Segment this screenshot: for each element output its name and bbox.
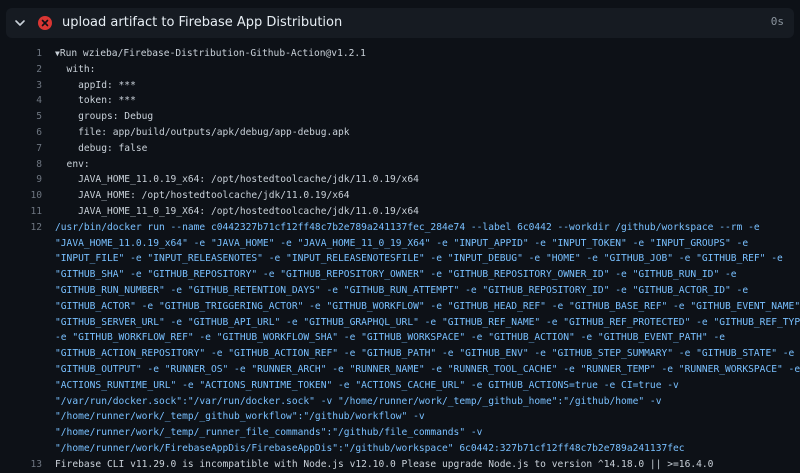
log-text: token: *** (55, 95, 136, 107)
command-text: "ACTIONS_RUNTIME_URL" -e "ACTIONS_RUNTIM… (55, 379, 679, 391)
log-line: 7 debug: false (0, 141, 800, 157)
log-line-command: "GITHUB_ACTOR" -e "GITHUB_TRIGGERING_ACT… (0, 299, 800, 315)
command-text: "JAVA_HOME_11.0.19_x64" -e "JAVA_HOME" -… (55, 237, 749, 249)
line-number (0, 251, 42, 267)
chevron-down-icon[interactable] (14, 17, 26, 29)
line-number[interactable]: 9 (0, 172, 42, 188)
log-line-command: -e "GITHUB_WORKFLOW_REF" -e "GITHUB_WORK… (0, 330, 800, 346)
log-line: 6 file: app/build/outputs/apk/debug/app-… (0, 125, 800, 141)
log-line: 4 token: *** (0, 93, 800, 109)
line-number (0, 378, 42, 394)
log-line: 9 JAVA_HOME_11.0.19_x64: /opt/hostedtool… (0, 172, 800, 188)
line-number[interactable]: 8 (0, 157, 42, 173)
log-line-command: "GITHUB_SHA" -e "GITHUB_REPOSITORY" -e "… (0, 267, 800, 283)
log-line-command: "JAVA_HOME_11.0.19_x64" -e "JAVA_HOME" -… (0, 236, 800, 252)
log-line-command: "/home/runner/work/FirebaseAppDis/Fireba… (0, 441, 800, 457)
group-title: Run wzieba/Firebase-Distribution-Github-… (59, 48, 366, 59)
line-number (0, 409, 42, 425)
line-number (0, 315, 42, 331)
line-number[interactable]: 1 (0, 46, 42, 62)
command-text: "GITHUB_SHA" -e "GITHUB_REPOSITORY" -e "… (55, 269, 737, 281)
step-duration: 0s (770, 15, 784, 28)
log-text: appId: *** (55, 79, 136, 91)
line-number (0, 441, 42, 457)
log-text: groups: Debug (55, 111, 154, 123)
command-text: /usr/bin/docker run --name c0442327b71cf… (55, 221, 760, 233)
command-text: -e "GITHUB_WORKFLOW_REF" -e "GITHUB_WORK… (55, 332, 726, 344)
line-number (0, 362, 42, 378)
log-text: file: app/build/outputs/apk/debug/app-de… (55, 126, 350, 138)
log-line: 11 JAVA_HOME_11_0_19_X64: /opt/hostedtoo… (0, 204, 800, 220)
line-number[interactable]: 2 (0, 62, 42, 78)
line-number[interactable]: 10 (0, 188, 42, 204)
log-text: JAVA_HOME: /opt/hostedtoolcache/jdk/11.0… (55, 190, 350, 202)
log-line-command: "INPUT_FILE" -e "INPUT_RELEASENOTES" -e … (0, 251, 800, 267)
log-line-command: "GITHUB_OUTPUT" -e "RUNNER_OS" -e "RUNNE… (0, 362, 800, 378)
command-text: "/var/run/docker.sock":"/var/run/docker.… (55, 395, 662, 407)
command-text: "GITHUB_SERVER_URL" -e "GITHUB_API_URL" … (55, 316, 800, 328)
command-text: "GITHUB_ACTION_REPOSITORY" -e "GITHUB_AC… (55, 348, 795, 360)
command-text: "/home/runner/work/_temp/_runner_file_co… (55, 427, 483, 439)
log-line: 5 groups: Debug (0, 109, 800, 125)
line-number (0, 267, 42, 283)
log-line: 8 env: (0, 157, 800, 173)
log-output: 1 ▼Run wzieba/Firebase-Distribution-Githu… (0, 46, 800, 473)
log-text: with: (55, 63, 96, 75)
log-line-command: "ACTIONS_RUNTIME_URL" -e "ACTIONS_RUNTIM… (0, 378, 800, 394)
command-text: "GITHUB_RUN_NUMBER" -e "GITHUB_RETENTION… (55, 284, 749, 296)
line-number (0, 236, 42, 252)
line-number (0, 330, 42, 346)
log-line[interactable]: 1 ▼Run wzieba/Firebase-Distribution-Githu… (0, 46, 800, 62)
log-line: 3 appId: *** (0, 78, 800, 94)
line-number[interactable]: 6 (0, 125, 42, 141)
command-text: "GITHUB_OUTPUT" -e "RUNNER_OS" -e "RUNNE… (55, 363, 800, 375)
log-line-command: "GITHUB_SERVER_URL" -e "GITHUB_API_URL" … (0, 315, 800, 331)
line-number[interactable]: 11 (0, 204, 42, 220)
step-header[interactable]: upload artifact to Firebase App Distribu… (6, 8, 794, 38)
command-text: "GITHUB_ACTOR" -e "GITHUB_TRIGGERING_ACT… (55, 300, 800, 312)
x-circle-icon (38, 16, 52, 30)
line-number (0, 425, 42, 441)
command-text: "INPUT_FILE" -e "INPUT_RELEASENOTES" -e … (55, 253, 783, 265)
log-text: JAVA_HOME_11.0.19_x64: /opt/hostedtoolca… (55, 174, 419, 186)
command-text: "/home/runner/work/FirebaseAppDis/Fireba… (55, 442, 685, 454)
line-number[interactable]: 3 (0, 78, 42, 94)
line-number[interactable]: 12 (0, 220, 42, 236)
log-line-command: "/home/runner/work/_temp/_runner_file_co… (0, 425, 800, 441)
line-number (0, 346, 42, 362)
log-line: 10 JAVA_HOME: /opt/hostedtoolcache/jdk/1… (0, 188, 800, 204)
line-number (0, 299, 42, 315)
log-line-command: "/home/runner/work/_temp/_github_workflo… (0, 409, 800, 425)
line-number[interactable]: 7 (0, 141, 42, 157)
log-line-command: "/var/run/docker.sock":"/var/run/docker.… (0, 394, 800, 410)
log-text: JAVA_HOME_11_0_19_X64: /opt/hostedtoolca… (55, 205, 419, 217)
step-title: upload artifact to Firebase App Distribu… (62, 15, 343, 30)
log-line-command: "GITHUB_RUN_NUMBER" -e "GITHUB_RETENTION… (0, 283, 800, 299)
log-line-command: 12/usr/bin/docker run --name c0442327b71… (0, 220, 800, 236)
log-text: env: (55, 158, 90, 170)
log-line: 2 with: (0, 62, 800, 78)
line-number[interactable]: 5 (0, 109, 42, 125)
line-number (0, 394, 42, 410)
log-text: debug: false (55, 142, 148, 154)
line-number (0, 283, 42, 299)
log-line-command: "GITHUB_ACTION_REPOSITORY" -e "GITHUB_AC… (0, 346, 800, 362)
command-text: "/home/runner/work/_temp/_github_workflo… (55, 411, 425, 423)
line-number[interactable]: 4 (0, 93, 42, 109)
